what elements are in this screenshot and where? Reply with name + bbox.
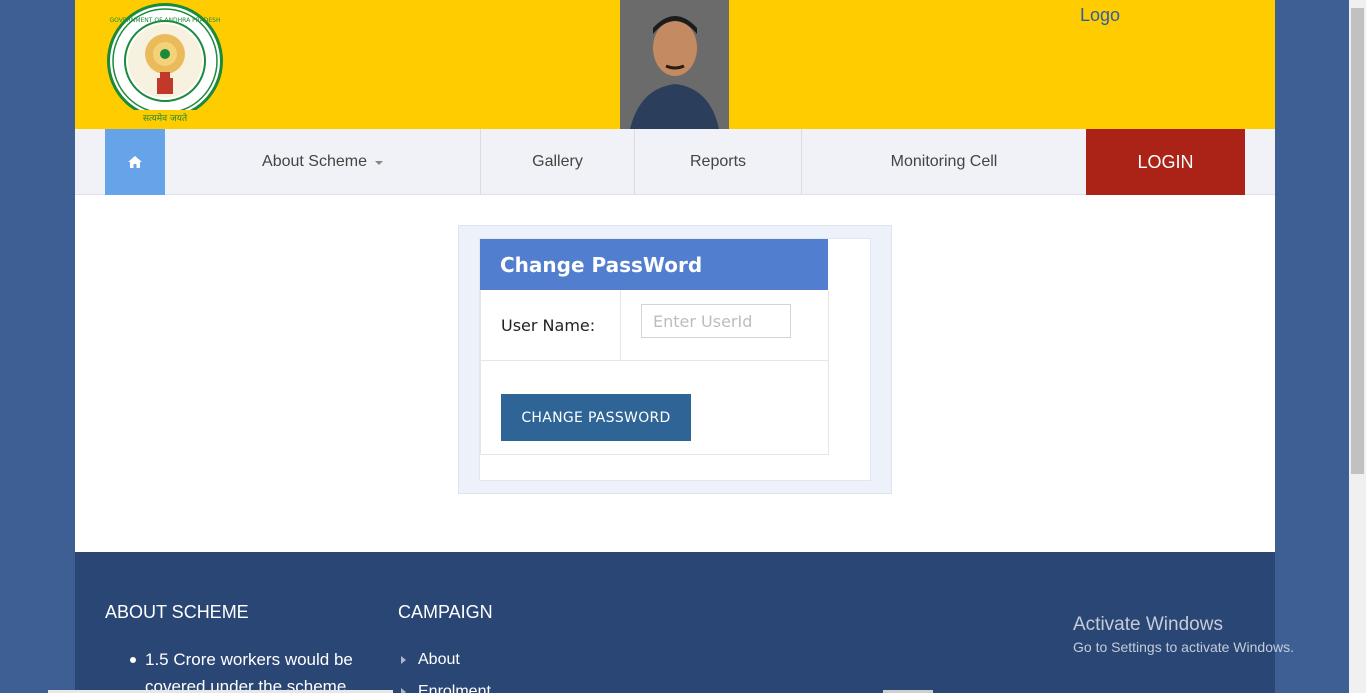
caret-down-icon: [374, 161, 383, 165]
nav-item-reports[interactable]: Reports: [635, 129, 802, 195]
change-password-button[interactable]: CHANGE PASSWORD: [501, 394, 691, 441]
username-row: User Name:: [481, 290, 828, 361]
home-button[interactable]: [105, 129, 165, 195]
logo-link[interactable]: Logo: [1080, 5, 1120, 26]
campaign-heading: CAMPAIGN: [398, 602, 493, 622]
watermark-subtitle: Go to Settings to activate Windows.: [1073, 639, 1294, 655]
home-icon: [128, 156, 142, 168]
about-scheme-heading: ABOUT SCHEME: [105, 602, 249, 622]
page: GOVERNMENT OF ANDHRA PRADESH सत्यमेव जयत…: [75, 0, 1275, 693]
emblem-motto: सत्यमेव जयते: [143, 112, 188, 124]
chief-minister-photo: [620, 0, 729, 129]
form-title: Change PassWord: [480, 239, 828, 290]
list-item: 1.5 Crore workers would be covered under…: [105, 646, 375, 693]
about-scheme-list: 1.5 Crore workers would be covered under…: [105, 646, 375, 693]
emblem-ring-text: GOVERNMENT OF ANDHRA PRADESH: [110, 17, 221, 24]
change-password-form: User Name: CHANGE PASSWORD: [480, 290, 829, 455]
nav-item-label: About Scheme: [262, 153, 367, 170]
vertical-scrollbar[interactable]: [1349, 0, 1366, 693]
nav-item-label: Monitoring Cell: [890, 153, 998, 170]
windows-activation-watermark: Activate Windows Go to Settings to activ…: [1073, 614, 1294, 655]
site-header: GOVERNMENT OF ANDHRA PRADESH सत्यमेव जयत…: [75, 0, 1275, 129]
campaign-list: About Enrolment: [398, 644, 491, 693]
nav-item-label: Reports: [689, 153, 747, 170]
change-password-panel: Change PassWord User Name: CHANGE PASSWO…: [458, 225, 892, 494]
nav-item-label: Gallery: [532, 153, 583, 170]
scrollbar-thumb[interactable]: [1351, 8, 1364, 474]
login-button[interactable]: LOGIN: [1086, 129, 1245, 195]
nav-item-about-scheme[interactable]: About Scheme: [165, 129, 481, 195]
main-nav: About Scheme Gallery Reports Monitoring …: [75, 129, 1275, 195]
government-emblem-logo: GOVERNMENT OF ANDHRA PRADESH सत्यमेव जयत…: [107, 3, 223, 124]
username-input[interactable]: [641, 304, 791, 338]
nav-item-gallery[interactable]: Gallery: [481, 129, 635, 195]
nav-item-monitoring-cell[interactable]: Monitoring Cell: [802, 129, 1086, 195]
campaign-link-about[interactable]: About: [398, 644, 491, 676]
username-label: User Name:: [481, 290, 621, 361]
watermark-title: Activate Windows: [1073, 614, 1223, 635]
campaign-link-enrolment[interactable]: Enrolment: [398, 676, 491, 693]
